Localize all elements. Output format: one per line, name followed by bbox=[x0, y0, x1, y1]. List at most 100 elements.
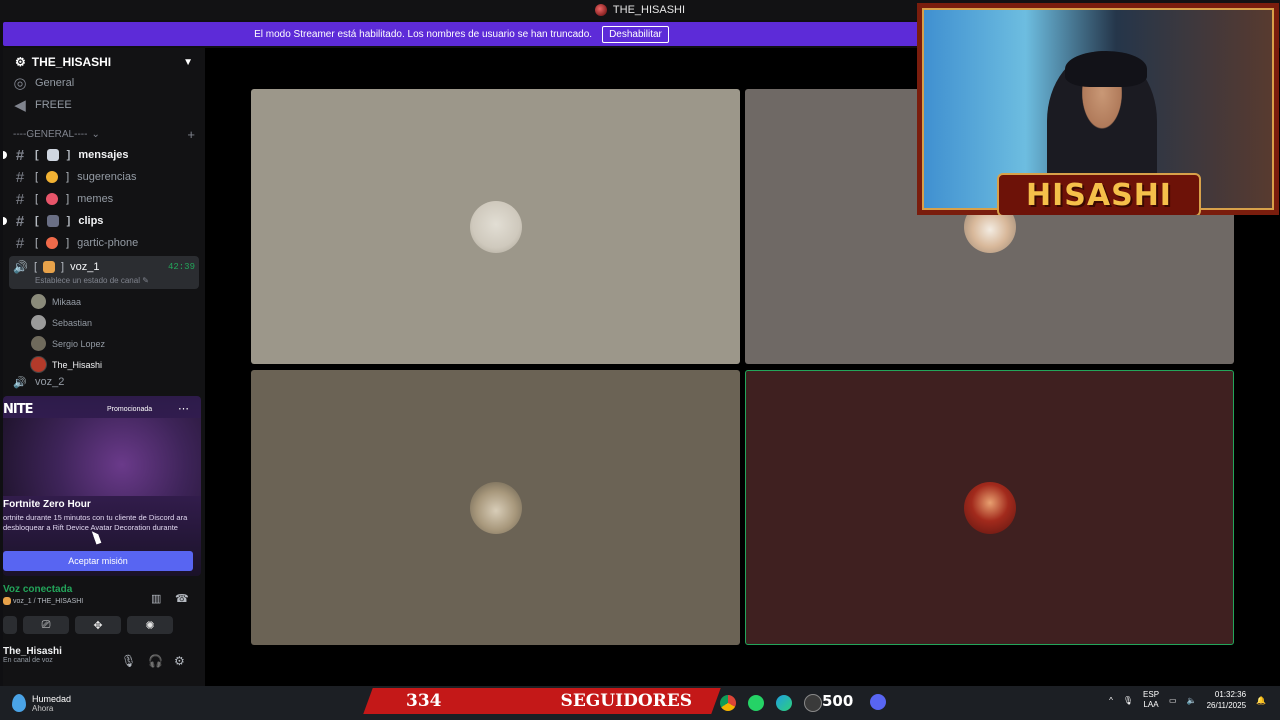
edge-icon[interactable] bbox=[776, 695, 792, 711]
voice-connected-label: Voz conectada bbox=[3, 584, 73, 595]
chevron-down-icon[interactable]: ▼ bbox=[183, 57, 193, 68]
voice-channel-voz-2[interactable]: 🔊 voz_2 bbox=[3, 375, 205, 389]
envelope-icon bbox=[46, 149, 59, 161]
bracket: ] bbox=[61, 261, 65, 273]
avatar bbox=[469, 200, 522, 253]
disconnect-icon[interactable]: ☎ bbox=[175, 592, 189, 605]
user-panel-name[interactable]: The_Hisashi bbox=[3, 646, 201, 657]
channel-mensajes[interactable]: # [] mensajes bbox=[3, 144, 205, 166]
hash-icon: # bbox=[15, 168, 25, 186]
window-title: THE_HISASHI bbox=[612, 4, 686, 16]
droplet-icon bbox=[12, 694, 26, 712]
bracket: [ bbox=[35, 215, 39, 227]
whatsapp-icon[interactable] bbox=[748, 695, 764, 711]
bracket: [ bbox=[35, 171, 39, 183]
volume-icon[interactable]: 🔈 bbox=[1187, 696, 1197, 705]
channel-sugerencias[interactable]: # [] sugerencias bbox=[3, 166, 205, 188]
app-icon[interactable] bbox=[804, 694, 822, 712]
soundboard-button[interactable]: ✺ bbox=[127, 616, 173, 634]
microphone-icon[interactable]: 🎙 bbox=[1123, 696, 1133, 705]
voice-user[interactable]: Sebastian bbox=[3, 312, 205, 333]
voice-emoji-icon bbox=[3, 597, 11, 605]
clock-time: 01:32:36 bbox=[1214, 690, 1247, 699]
channel-label: memes bbox=[77, 193, 114, 205]
disable-streamer-button[interactable]: Deshabilitar bbox=[602, 25, 669, 43]
pencil-icon[interactable]: ✎ bbox=[142, 276, 149, 285]
voice-user-name: Sebastian bbox=[52, 317, 93, 328]
voice-user[interactable]: Mikaaa bbox=[3, 291, 205, 312]
speaker-icon: 🔊 bbox=[13, 376, 27, 389]
bracket: ] bbox=[66, 237, 70, 249]
channel-memes[interactable]: # [] memes bbox=[3, 188, 205, 210]
camera-icon bbox=[46, 215, 59, 227]
channel-status-text: Establece un estado de canal bbox=[35, 276, 140, 285]
voice-channel-path: voz_1 / THE_HISASHI bbox=[12, 597, 84, 605]
streamer-mode-banner: El modo Streamer está habilitado. Los no… bbox=[3, 22, 920, 46]
language-region: LAA bbox=[1143, 700, 1159, 709]
promo-description: ortnite durante 15 minutos con tu client… bbox=[3, 513, 188, 532]
participant-tile[interactable] bbox=[251, 370, 740, 645]
voice-channel-voz-1[interactable]: 🔊 [] voz_1 42:39 Establece un estado de … bbox=[9, 256, 199, 289]
user-panel: The_Hisashi En canal de voz 🎙 🎧 ⚙ bbox=[3, 646, 201, 678]
category-general[interactable]: ----GENERAL---- ⌄ + bbox=[3, 124, 205, 144]
server-name: THE_HISASHI bbox=[31, 55, 112, 69]
promo-card[interactable]: NITE Promocionada ⋯ Fortnite Zero Hour o… bbox=[3, 396, 201, 576]
chevron-down-icon: ⌄ bbox=[91, 128, 100, 140]
camera-button[interactable] bbox=[3, 616, 17, 634]
channel-gartic-phone[interactable]: # [] gartic-phone bbox=[3, 232, 205, 254]
unread-indicator bbox=[3, 151, 7, 159]
avatar bbox=[31, 315, 46, 330]
screen-share-button[interactable]: ⎚ bbox=[23, 616, 69, 634]
channel-clips[interactable]: # [] clips bbox=[3, 210, 205, 232]
weather-widget[interactable]: Humedad Ahora bbox=[0, 694, 71, 713]
taskbar-apps bbox=[720, 694, 822, 712]
accept-quest-button[interactable]: Aceptar misión bbox=[3, 551, 193, 571]
activities-button[interactable]: ✥ bbox=[75, 616, 121, 634]
user-panel-status: En canal de voz bbox=[3, 657, 53, 664]
avatar bbox=[31, 336, 46, 351]
notification-icon[interactable]: 🔔 bbox=[1256, 696, 1266, 705]
bracket: [ bbox=[35, 237, 39, 249]
input-language[interactable]: ESP LAA bbox=[1143, 690, 1159, 710]
participant-tile[interactable] bbox=[251, 89, 740, 364]
voice-controls: ⎚ ✥ ✺ bbox=[3, 616, 201, 636]
headphones-icon[interactable]: 🎧 bbox=[148, 654, 163, 668]
discord-icon[interactable] bbox=[870, 694, 886, 710]
language-code: ESP bbox=[1143, 690, 1160, 699]
network-icon[interactable]: ▭ bbox=[1169, 696, 1177, 705]
gear-icon[interactable]: ⚙ bbox=[174, 654, 185, 668]
voice-user[interactable]: Sergio Lopez bbox=[3, 333, 205, 354]
microphone-icon[interactable]: 🎙 bbox=[121, 654, 136, 668]
unread-indicator bbox=[3, 217, 7, 225]
weather-subtitle: Ahora bbox=[32, 703, 54, 713]
voice-channel-header[interactable]: 🔊 [] voz_1 42:39 bbox=[13, 258, 195, 276]
clock[interactable]: 01:32:36 26/11/2025 bbox=[1207, 689, 1246, 711]
system-tray: ^ 🎙 ESP LAA ▭ 🔈 01:32:36 26/11/2025 🔔 bbox=[1109, 689, 1266, 711]
bracket: ] bbox=[66, 149, 71, 161]
bracket: ] bbox=[66, 171, 70, 183]
voice-connected-channel[interactable]: voz_1 / THE_HISASHI bbox=[3, 597, 201, 605]
channel-label: clips bbox=[78, 215, 104, 227]
more-options-icon[interactable]: ⋯ bbox=[178, 402, 189, 415]
voice-channel-label: voz_2 bbox=[35, 376, 65, 388]
clock-date: 26/11/2025 bbox=[1206, 701, 1247, 710]
bracket: ] bbox=[66, 193, 70, 205]
voice-channel-label: voz_1 bbox=[70, 261, 100, 273]
chevron-up-icon[interactable]: ^ bbox=[1109, 696, 1113, 705]
surprised-emoji-icon bbox=[46, 237, 59, 249]
channel-freee[interactable]: ◀ FREEE bbox=[3, 94, 205, 116]
channel-label: mensajes bbox=[78, 149, 129, 161]
streamer-nameplate: HISASHI bbox=[997, 173, 1201, 215]
chrome-icon[interactable] bbox=[720, 695, 736, 711]
channel-label: sugerencias bbox=[77, 171, 137, 183]
channel-status[interactable]: Establece un estado de canal ✎ bbox=[13, 276, 195, 285]
server-icon: ⚙ bbox=[15, 55, 26, 69]
participant-tile-speaking[interactable] bbox=[745, 370, 1234, 645]
voice-user[interactable]: The_Hisashi bbox=[3, 354, 205, 375]
noise-suppression-icon[interactable]: ▥ bbox=[151, 592, 161, 605]
add-channel-icon[interactable]: + bbox=[187, 127, 195, 142]
channel-general[interactable]: ◎ General bbox=[3, 72, 205, 94]
channel-label: gartic-phone bbox=[77, 237, 139, 249]
bracket: [ bbox=[33, 261, 38, 273]
weather-title: Humedad bbox=[32, 693, 72, 704]
